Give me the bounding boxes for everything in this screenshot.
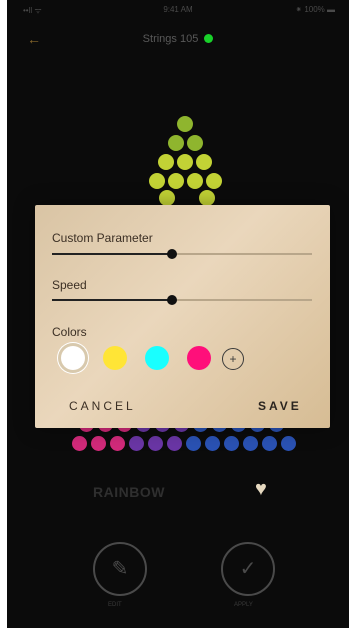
- led-dot: [204, 435, 220, 451]
- pencil-icon: ✎: [111, 558, 129, 580]
- led-dot: [166, 435, 182, 451]
- color-swatch[interactable]: [61, 346, 85, 370]
- speed-label: Speed: [52, 278, 87, 292]
- led-dot: [158, 154, 174, 170]
- led-dot: [71, 435, 87, 451]
- app-screen: ••ll ᯤ 9:41 AM ⁕ 100% ▬ ← Strings 105 RA…: [7, 0, 349, 628]
- led-dot: [196, 154, 212, 170]
- color-swatch[interactable]: [145, 346, 169, 370]
- edit-button[interactable]: ✎: [93, 542, 147, 596]
- slider-thumb[interactable]: [166, 295, 177, 305]
- save-button[interactable]: SAVE: [258, 399, 302, 413]
- led-dot: [206, 173, 222, 189]
- led-dot: [187, 173, 203, 189]
- effect-settings-dialog: Custom Parameter Speed Colors + CANCEL S…: [35, 205, 330, 428]
- color-swatch[interactable]: [103, 346, 127, 370]
- cancel-button[interactable]: CANCEL: [69, 399, 136, 413]
- edit-label: EDIT: [108, 602, 122, 608]
- colors-label: Colors: [52, 325, 87, 339]
- connection-status-icon: [204, 34, 214, 43]
- led-dot: [159, 190, 175, 206]
- led-dot: [223, 435, 239, 451]
- apply-button[interactable]: ✓: [221, 542, 275, 596]
- led-dot: [242, 435, 258, 451]
- led-dot: [199, 190, 215, 206]
- page-title: Strings 105: [7, 33, 349, 45]
- effect-name: RAINBOW: [93, 484, 165, 500]
- led-dot: [280, 435, 296, 451]
- led-dot: [177, 154, 193, 170]
- custom-parameter-label: Custom Parameter: [52, 231, 153, 245]
- check-icon: ✓: [239, 558, 257, 580]
- slider-fill: [52, 253, 172, 255]
- apply-label: APPLY: [234, 602, 253, 608]
- speed-slider[interactable]: [52, 294, 312, 306]
- led-dot: [177, 116, 193, 132]
- led-dot: [90, 435, 106, 451]
- status-bar: ••ll ᯤ 9:41 AM ⁕ 100% ▬: [7, 0, 349, 20]
- led-dot: [168, 173, 184, 189]
- led-dot: [109, 435, 125, 451]
- led-dot: [147, 435, 163, 451]
- add-color-button[interactable]: +: [222, 348, 244, 370]
- color-swatch[interactable]: [187, 346, 211, 370]
- slider-thumb[interactable]: [166, 249, 177, 259]
- led-dot: [149, 173, 165, 189]
- led-dot: [128, 435, 144, 451]
- led-dot: [168, 135, 184, 151]
- battery-indicator: ⁕ 100% ▬: [295, 5, 335, 14]
- led-dot: [261, 435, 277, 451]
- header: ← Strings 105: [7, 28, 349, 52]
- slider-fill: [52, 299, 172, 301]
- led-dot: [187, 135, 203, 151]
- device-name: Strings 105: [142, 33, 199, 45]
- led-dot: [185, 435, 201, 451]
- favorite-heart-icon[interactable]: ♥: [255, 478, 267, 501]
- custom-parameter-slider[interactable]: [52, 248, 312, 260]
